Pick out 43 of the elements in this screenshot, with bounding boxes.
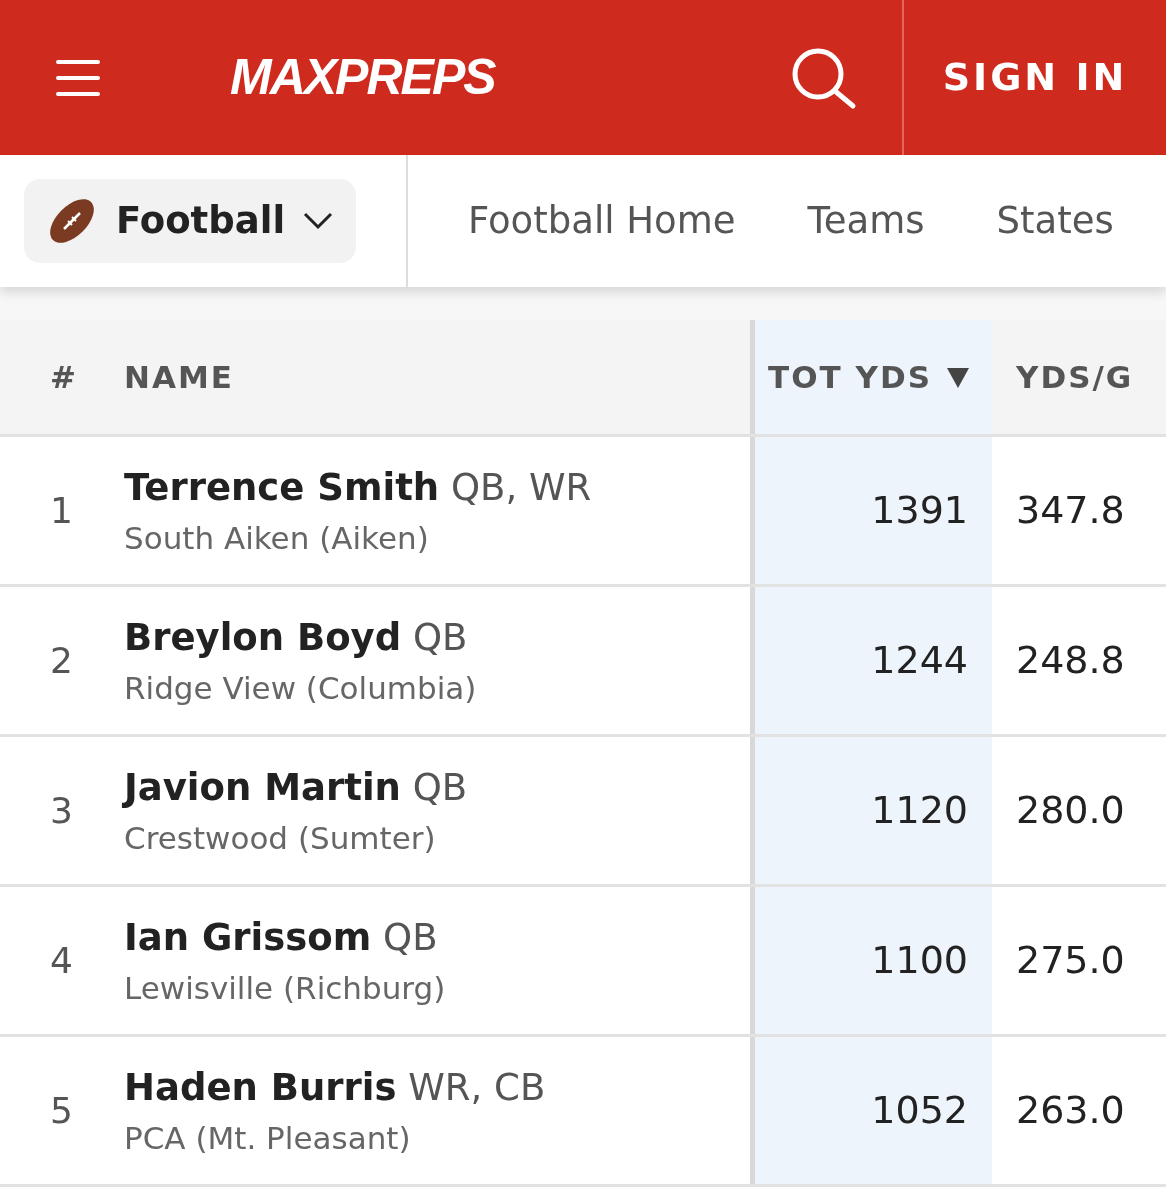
table-cell-text: 263.0 <box>1015 1087 1126 1134</box>
logo[interactable]: MAXPREPS <box>230 40 495 115</box>
table-cell: 1100 <box>755 887 992 1034</box>
sport-selector[interactable]: Football <box>24 179 356 263</box>
column-header[interactable]: YDS/G <box>992 320 1166 434</box>
player-name: Javion Martin QB <box>124 764 469 811</box>
rank-cell-text: 2 <box>49 638 74 683</box>
table-cell: 1120 <box>755 737 992 884</box>
school-name: South Aiken (Aiken) <box>124 519 430 558</box>
sort-descending-icon <box>946 366 970 389</box>
player-name: Ian Grissom QB <box>124 914 439 961</box>
nav-link[interactable]: Teams <box>807 193 925 249</box>
rank-cell-text: 1 <box>49 488 74 533</box>
table-cell-text: 347.8 <box>1015 487 1126 534</box>
player-name: Terrence Smith QB, WR <box>124 464 593 511</box>
rank-cell-text: 3 <box>49 788 74 833</box>
sign-in-button[interactable]: SIGN IN <box>904 0 1166 155</box>
school-name: Crestwood (Sumter) <box>124 819 437 858</box>
table-row[interactable]: 5 Haden Burris WR, CB PCA (Mt. Pleasant) 1052 263.0 <box>0 1037 1166 1187</box>
player-name: Breylon Boyd QB <box>124 614 469 661</box>
school-name: Ridge View (Columbia) <box>124 669 478 708</box>
rank-cell-text: 5 <box>49 1088 74 1133</box>
table-cell-text: 280.0 <box>1015 787 1126 834</box>
nav-link[interactable]: Football Home <box>468 193 736 249</box>
table-row[interactable]: 3 Javion Martin QB Crestwood (Sumter) 1120 280.0 <box>0 737 1166 887</box>
table-cell-text: 248.8 <box>1015 637 1126 684</box>
menu-icon[interactable] <box>56 59 100 96</box>
table-row[interactable]: 4 Ian Grissom QB Lewisville (Richburg) 1100 275.0 <box>0 887 1166 1037</box>
nav-link[interactable]: States <box>996 193 1114 249</box>
column-header[interactable]: TOT YDS <box>755 320 992 434</box>
table-cell: 1391 <box>755 437 992 584</box>
school-name: PCA (Mt. Pleasant) <box>124 1119 412 1158</box>
table-row[interactable]: 2 Breylon Boyd QB Ridge View (Columbia) 1244 248.8 <box>0 587 1166 737</box>
chevron-down-icon <box>303 212 334 230</box>
column-header: # <box>49 357 79 397</box>
table-row[interactable]: 1 Terrence Smith QB, WR South Aiken (Aiken) 1391 347.8 <box>0 437 1166 587</box>
player-name: Haden Burris WR, CB <box>124 1064 547 1111</box>
rank-cell-text: 4 <box>49 938 74 983</box>
column-header: NAME <box>124 357 235 397</box>
table-cell-text: 275.0 <box>1015 937 1126 984</box>
table-cell: 1244 <box>755 587 992 734</box>
table-cell: 1052 <box>755 1037 992 1184</box>
school-name: Lewisville (Richburg) <box>124 969 447 1008</box>
